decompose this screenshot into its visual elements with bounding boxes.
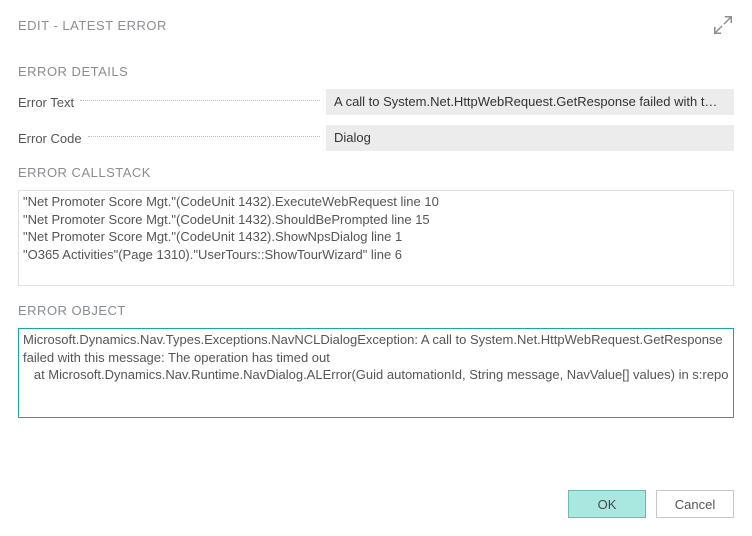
label-error-code: Error Code <box>18 131 82 146</box>
section-title-error-object: ERROR OBJECT <box>18 303 734 318</box>
error-object-section: ERROR OBJECT <box>18 303 734 421</box>
expand-icon[interactable] <box>712 14 734 36</box>
section-title-callstack: ERROR CALLSTACK <box>18 165 734 180</box>
section-title-error-details: ERROR DETAILS <box>18 64 734 79</box>
error-object-textarea[interactable] <box>18 328 734 418</box>
field-error-code: Error Code Dialog <box>18 125 734 151</box>
value-error-code[interactable]: Dialog <box>326 125 734 151</box>
label-error-text: Error Text <box>18 95 74 110</box>
field-error-text: Error Text A call to System.Net.HttpWebR… <box>18 89 734 115</box>
cancel-button[interactable]: Cancel <box>656 490 734 518</box>
dialog-footer: OK Cancel <box>568 490 734 518</box>
dotted-leader <box>88 136 320 137</box>
dotted-leader <box>80 100 320 101</box>
error-callstack-section: ERROR CALLSTACK <box>18 165 734 289</box>
value-error-text[interactable]: A call to System.Net.HttpWebRequest.GetR… <box>326 89 734 115</box>
callstack-textarea[interactable] <box>18 190 734 286</box>
ok-button[interactable]: OK <box>568 490 646 518</box>
error-details-section: ERROR DETAILS Error Text A call to Syste… <box>18 64 734 151</box>
dialog-header: EDIT - LATEST ERROR <box>18 14 734 36</box>
page-title: EDIT - LATEST ERROR <box>18 18 167 33</box>
